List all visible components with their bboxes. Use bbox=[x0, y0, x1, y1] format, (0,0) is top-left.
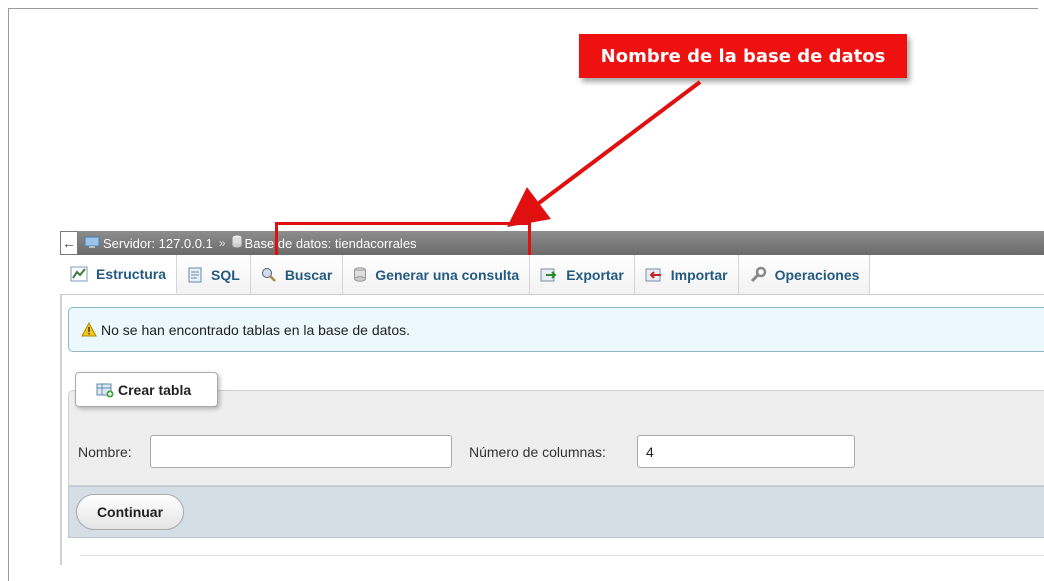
notice-message: No se han encontrado tablas en la base d… bbox=[68, 307, 1044, 352]
breadcrumb: ← Servidor: 127.0.0.1 » Base de datos: t… bbox=[60, 231, 1044, 255]
tab-sql[interactable]: SQL bbox=[177, 255, 251, 294]
fieldset-footer bbox=[68, 486, 1044, 538]
tab-label: Importar bbox=[670, 266, 728, 283]
create-table-legend: Crear tabla bbox=[75, 372, 218, 407]
tab-buscar[interactable]: Buscar bbox=[250, 255, 344, 294]
tab-operaciones[interactable]: Operaciones bbox=[738, 255, 871, 294]
tab-label: Operaciones bbox=[774, 266, 860, 283]
export-icon bbox=[540, 267, 558, 283]
wrench-icon bbox=[749, 266, 767, 284]
notice-text: No se han encontrado tablas en la base d… bbox=[101, 321, 410, 338]
tab-label: SQL bbox=[211, 266, 240, 283]
columns-count-label: Número de columnas: bbox=[469, 444, 606, 460]
tab-label: Exportar bbox=[566, 266, 624, 283]
divider bbox=[80, 555, 1044, 556]
tab-importar[interactable]: Importar bbox=[634, 255, 739, 294]
breadcrumb-separator: » bbox=[218, 236, 226, 250]
columns-count-input[interactable] bbox=[637, 435, 855, 468]
tab-exportar[interactable]: Exportar bbox=[530, 255, 635, 294]
structure-icon bbox=[70, 266, 88, 282]
table-name-input[interactable] bbox=[150, 435, 452, 468]
tab-label: Generar una consulta bbox=[375, 266, 520, 283]
create-table-legend-label: Crear tabla bbox=[118, 381, 192, 398]
add-table-icon bbox=[96, 382, 114, 398]
database-icon bbox=[232, 235, 242, 251]
breadcrumb-server-label: Servidor: 127.0.0.1 bbox=[103, 235, 213, 251]
tab-label: Buscar bbox=[284, 266, 333, 283]
annotation-callout: Nombre de la base de datos bbox=[579, 34, 907, 78]
warning-icon bbox=[81, 322, 97, 337]
import-icon bbox=[645, 267, 663, 283]
tab-generar-consulta[interactable]: Generar una consulta bbox=[343, 255, 531, 294]
tab-estructura[interactable]: Estructura bbox=[60, 255, 178, 294]
content-left-border bbox=[60, 295, 62, 565]
sql-icon bbox=[187, 267, 203, 283]
server-icon bbox=[84, 235, 100, 252]
tab-bar: Estructura SQL Buscar Generar una consul… bbox=[60, 255, 1044, 295]
frame-border-top bbox=[8, 8, 1038, 9]
frame-border-left bbox=[8, 8, 9, 581]
tab-label: Estructura bbox=[96, 266, 167, 282]
breadcrumb-server[interactable]: Servidor: 127.0.0.1 bbox=[78, 235, 213, 252]
annotation-callout-text: Nombre de la base de datos bbox=[600, 45, 886, 67]
table-name-label: Nombre: bbox=[78, 444, 132, 460]
continue-button[interactable]: Continuar bbox=[76, 494, 184, 530]
search-icon bbox=[261, 267, 277, 283]
query-icon bbox=[353, 266, 367, 283]
back-arrow-icon[interactable]: ← bbox=[60, 231, 78, 255]
